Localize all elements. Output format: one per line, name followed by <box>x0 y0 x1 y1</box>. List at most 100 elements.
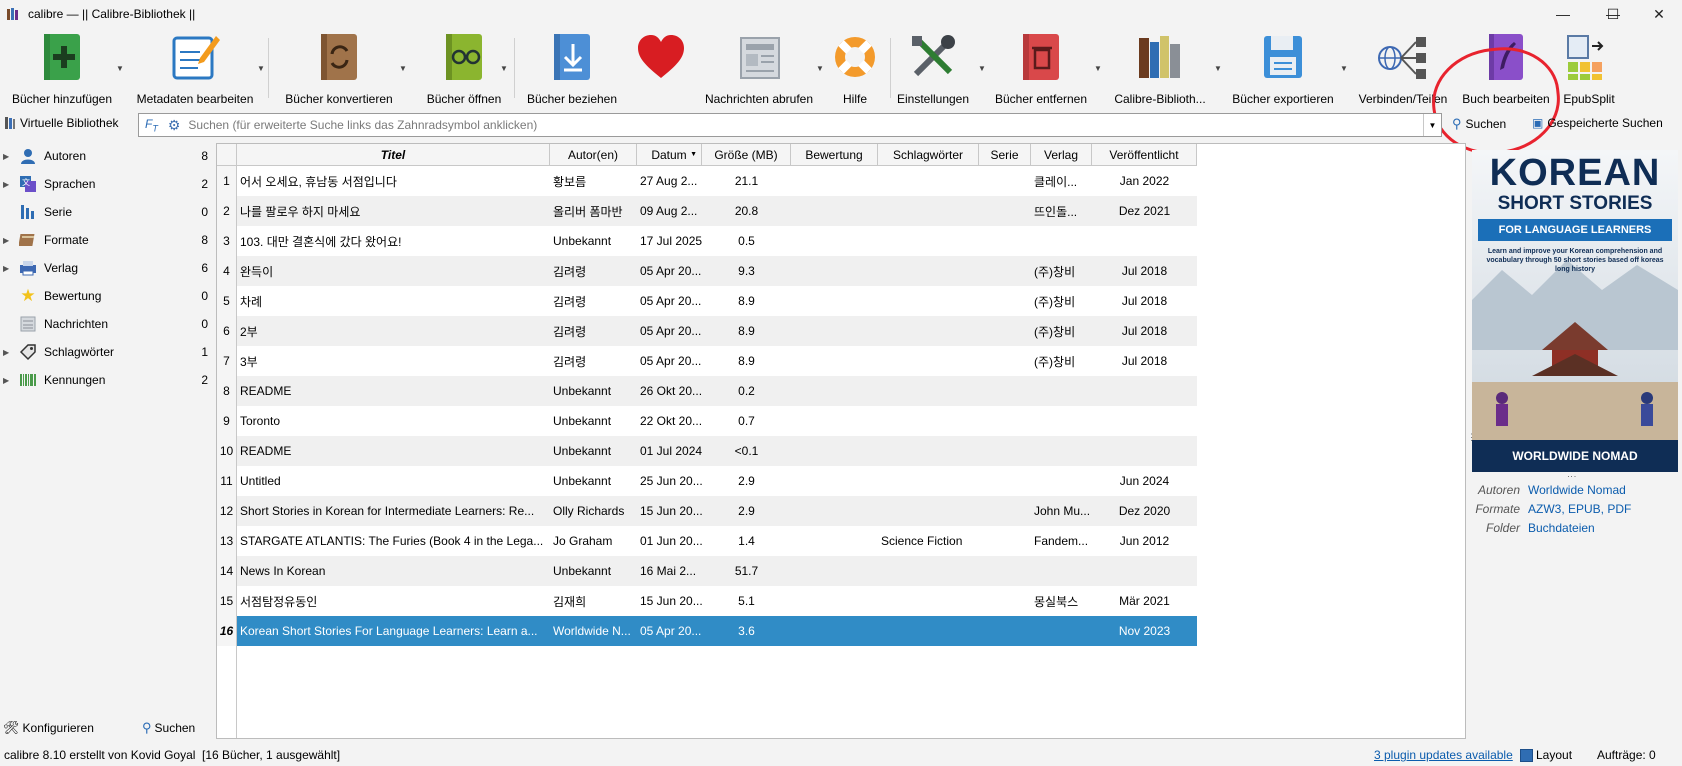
column-header-authors[interactable]: Autor(en) <box>550 144 637 166</box>
close-button[interactable]: ✕ <box>1636 0 1682 28</box>
expand-arrow-icon[interactable]: ▶ <box>3 376 13 385</box>
tag-category-news[interactable]: Nachrichten 0 <box>0 310 212 338</box>
expand-arrow-icon[interactable]: ▶ <box>3 152 13 161</box>
column-header-publisher[interactable]: Verlag <box>1031 144 1092 166</box>
table-row[interactable]: 3 103. 대만 결혼식에 갔다 왔어요! Unbekannt 17 Jul 202… <box>217 226 1197 256</box>
table-row[interactable]: 14 News In Korean Unbekannt 16 Mai 2... 51.7 <box>217 556 1197 586</box>
epubsplit-button[interactable]: EpubSplit <box>1558 30 1620 106</box>
tag-category-rating[interactable]: ★ Bewertung 0 <box>0 282 212 310</box>
table-row[interactable]: 15 서점탐정유동인 김재희 15 Jun 20... 5.1 몽실북스 Mär 2021 <box>217 586 1197 616</box>
tag-category-tags[interactable]: ▶ Schlagwörter 1 <box>0 338 212 366</box>
gear-icon[interactable]: ⚙ <box>168 117 181 134</box>
news-dropdown-arrow[interactable]: ▼ <box>816 64 824 73</box>
cell-author: Jo Graham <box>553 534 613 548</box>
edit-metadata-button[interactable]: Metadaten bearbeiten <box>132 30 258 106</box>
expand-arrow-icon[interactable]: ▶ <box>3 348 13 357</box>
tag-category-identifiers[interactable]: ▶ Kennungen 2 <box>0 366 212 394</box>
tag-category-authors[interactable]: ▶ Autoren 8 <box>0 142 212 170</box>
table-row[interactable]: 8 README Unbekannt 26 Okt 20... 0.2 <box>217 376 1197 406</box>
donate-button[interactable] <box>636 30 686 106</box>
cell-date: 16 Mai 2... <box>640 564 697 578</box>
right-splitter-handle[interactable]: ⋮ <box>1467 432 1476 443</box>
table-row[interactable]: 2 나를 팔로우 하지 마세요 올리버 폼마반 09 Aug 2... 20.8 뜨인돌.… <box>217 196 1197 226</box>
cell-size: 2.9 <box>738 474 755 488</box>
row-number: 6 <box>217 316 237 346</box>
table-row[interactable]: 11 Untitled Unbekannt 25 Jun 20... 2.9 Jun 20… <box>217 466 1197 496</box>
column-header-size[interactable]: Größe (MB) <box>702 144 791 166</box>
expand-arrow-icon[interactable]: ▶ <box>3 236 13 245</box>
table-row[interactable]: 4 완득이 김려령 05 Apr 20... 9.3 (주)창비 Jul 2018 <box>217 256 1197 286</box>
plugin-updates-link[interactable]: 3 plugin updates available <box>1374 748 1513 762</box>
table-row[interactable]: 9 Toronto Unbekannt 22 Okt 20... 0.7 <box>217 406 1197 436</box>
view-books-button[interactable]: Bücher öffnen <box>414 30 514 106</box>
get-books-button[interactable]: Bücher beziehen <box>522 30 622 106</box>
layout-button[interactable]: Layout <box>1520 748 1572 762</box>
remove-books-button[interactable]: Bücher entfernen <box>994 30 1088 106</box>
convert-dropdown-arrow[interactable]: ▼ <box>399 64 407 73</box>
left-splitter-handle[interactable]: ⋮ <box>212 432 221 443</box>
column-header-tags[interactable]: Schlagwörter <box>878 144 979 166</box>
column-header-series[interactable]: Serie <box>979 144 1031 166</box>
row-number: 7 <box>217 346 237 376</box>
save-books-button[interactable]: Bücher exportieren <box>1228 30 1338 106</box>
tag-category-publisher[interactable]: ▶ Verlag 6 <box>0 254 212 282</box>
table-row[interactable]: 10 README Unbekannt 01 Jul 2024 <0.1 <box>217 436 1197 466</box>
saved-searches-button[interactable]: ▣ Gespeicherte Suchen <box>1532 116 1663 130</box>
cell-published <box>1092 406 1197 436</box>
virtual-library-button[interactable]: Virtuelle Bibliothek <box>4 116 119 130</box>
cell-tags <box>878 346 979 376</box>
column-header-rating[interactable]: Bewertung <box>791 144 878 166</box>
preferences-button[interactable]: Einstellungen <box>896 30 970 106</box>
cell-rating <box>791 346 878 376</box>
table-row[interactable]: 16 Korean Short Stories For Language Lear… <box>217 616 1197 646</box>
tag-category-formats[interactable]: ▶ Formate 8 <box>0 226 212 254</box>
help-button[interactable]: Hilfe <box>830 30 880 106</box>
column-header-published[interactable]: Veröffentlicht <box>1092 144 1197 166</box>
tag-label: Sprachen <box>44 177 96 191</box>
tag-label: Nachrichten <box>44 317 109 331</box>
table-row[interactable]: 1 어서 오세요, 휴남동 서점입니다 황보름 27 Aug 2... 21.1 클레이.… <box>217 166 1197 196</box>
row-number: 13 <box>217 526 237 556</box>
cell-title: 차례 <box>240 294 263 309</box>
search-input[interactable]: FT ⚙ Suchen (für erweiterte Suche links … <box>138 113 1442 137</box>
jobs-indicator[interactable]: Aufträge: 0 <box>1597 748 1656 762</box>
cell-author: 김려령 <box>553 324 587 339</box>
convert-books-button[interactable]: Bücher konvertieren <box>280 30 398 106</box>
edit-metadata-dropdown-arrow[interactable]: ▼ <box>257 64 265 73</box>
view-dropdown-arrow[interactable]: ▼ <box>500 64 508 73</box>
column-header-title[interactable]: Titel <box>237 144 550 166</box>
preferences-dropdown-arrow[interactable]: ▼ <box>978 64 986 73</box>
search-history-dropdown[interactable]: ▼ <box>1423 114 1441 136</box>
cell-series <box>979 346 1031 376</box>
find-in-tag-browser-button[interactable]: ⚲ Suchen <box>142 720 195 736</box>
calibre-library-button[interactable]: Calibre-Biblioth... <box>1110 30 1210 106</box>
library-dropdown-arrow[interactable]: ▼ <box>1214 64 1222 73</box>
remove-dropdown-arrow[interactable]: ▼ <box>1094 64 1102 73</box>
column-header-date[interactable]: Datum <box>637 144 702 166</box>
add-books-button[interactable]: Bücher hinzufügen <box>6 30 118 106</box>
cover-splitter-handle[interactable]: ⋮ <box>1566 472 1577 481</box>
expand-arrow-icon[interactable]: ▶ <box>3 180 13 189</box>
save-dropdown-arrow[interactable]: ▼ <box>1340 64 1348 73</box>
detail-folder-link[interactable]: Buchdateien <box>1528 521 1595 535</box>
table-row[interactable]: 7 3부 김려령 05 Apr 20... 8.9 (주)창비 Jul 2018 <box>217 346 1197 376</box>
expand-arrow-icon[interactable]: ▶ <box>3 264 13 273</box>
search-button[interactable]: ⚲ Suchen <box>1452 116 1506 132</box>
add-books-dropdown-arrow[interactable]: ▼ <box>116 64 124 73</box>
table-row[interactable]: 12 Short Stories in Korean for Intermedia… <box>217 496 1197 526</box>
fetch-news-button[interactable]: Nachrichten abrufen <box>696 30 822 106</box>
detail-formats-link[interactable]: AZW3, EPUB, PDF <box>1528 502 1631 516</box>
table-row[interactable]: 6 2부 김려령 05 Apr 20... 8.9 (주)창비 Jul 2018 <box>217 316 1197 346</box>
maximize-button[interactable]: ☐ <box>1590 0 1636 28</box>
detail-author-link[interactable]: Worldwide Nomad <box>1528 483 1626 497</box>
cell-tags <box>878 406 979 436</box>
full-text-search-icon[interactable]: FT <box>145 117 158 133</box>
minimize-button-alt[interactable]: — <box>1540 0 1586 28</box>
configure-tag-browser-button[interactable]: 🛠 Konfigurieren <box>3 720 94 736</box>
tag-label: Bewertung <box>44 289 102 303</box>
tag-category-languages[interactable]: ▶ 文 Sprachen 2 <box>0 170 212 198</box>
tag-category-series[interactable]: Serie 0 <box>0 198 212 226</box>
table-row[interactable]: 5 차례 김려령 05 Apr 20... 8.9 (주)창비 Jul 2018 <box>217 286 1197 316</box>
table-row[interactable]: 13 STARGATE ATLANTIS: The Furies (Book 4 … <box>217 526 1197 556</box>
book-cover[interactable]: KOREAN SHORT STORIES FOR LANGUAGE LEARNE… <box>1472 150 1678 472</box>
